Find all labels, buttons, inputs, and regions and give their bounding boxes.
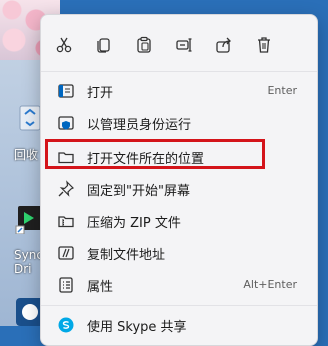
menu-item-compress-zip[interactable]: 压缩为 ZIP 文件 <box>47 205 311 237</box>
menu-item-label: 属性 <box>87 280 114 295</box>
paste-button[interactable] <box>131 33 157 57</box>
cut-icon <box>56 37 72 53</box>
menu-item-label: 压缩为 ZIP 文件 <box>87 216 181 231</box>
open-icon <box>57 82 75 100</box>
menu-item-run-as-admin[interactable]: 以管理员身份运行 <box>47 107 311 139</box>
menu-item-shortcut: Alt+Enter <box>243 278 297 291</box>
shield-icon <box>57 114 75 132</box>
context-menu-toolbar <box>41 15 317 72</box>
menu-item-label: 以管理员身份运行 <box>87 118 192 133</box>
cut-button[interactable] <box>51 33 77 57</box>
properties-icon <box>57 276 75 294</box>
share-button[interactable] <box>211 33 237 57</box>
rename-button[interactable] <box>171 33 197 57</box>
share-icon <box>216 37 231 53</box>
menu-item-properties[interactable]: 属性 Alt+Enter <box>47 269 311 301</box>
delete-icon <box>258 37 270 53</box>
menu-item-pin-to-start[interactable]: 固定到"开始"屏幕 <box>47 173 311 205</box>
menu-item-shortcut: Enter <box>267 84 297 97</box>
zip-icon <box>57 212 75 230</box>
menu-item-label: 复制文件地址 <box>87 248 166 263</box>
copy-icon <box>97 38 110 53</box>
sync-label-line1: Sync <box>14 248 43 262</box>
menu-item-copy-path[interactable]: 复制文件地址 <box>47 237 311 269</box>
menu-item-label: 固定到"开始"屏幕 <box>87 184 190 199</box>
pin-icon <box>57 180 75 198</box>
highlight-annotation-box <box>45 139 265 169</box>
menu-item-share-skype[interactable]: 使用 Skype 共享 <box>47 309 311 341</box>
skype-icon <box>57 316 75 334</box>
delete-button[interactable] <box>251 33 277 57</box>
paste-icon <box>137 36 151 53</box>
menu-item-open[interactable]: 打开 Enter <box>47 75 311 107</box>
context-menu: 打开 Enter 以管理员身份运行 打开文件所在的位置 固定到"开始"屏幕 压缩… <box>40 14 318 346</box>
sync-label-line2: Dri <box>14 262 32 276</box>
rename-icon <box>176 38 192 52</box>
copy-button[interactable] <box>91 33 117 57</box>
menu-item-label: 打开 <box>87 86 114 101</box>
recycle-bin-label: 回收 <box>14 148 39 162</box>
copy-path-icon <box>57 244 75 262</box>
menu-divider <box>41 305 317 306</box>
